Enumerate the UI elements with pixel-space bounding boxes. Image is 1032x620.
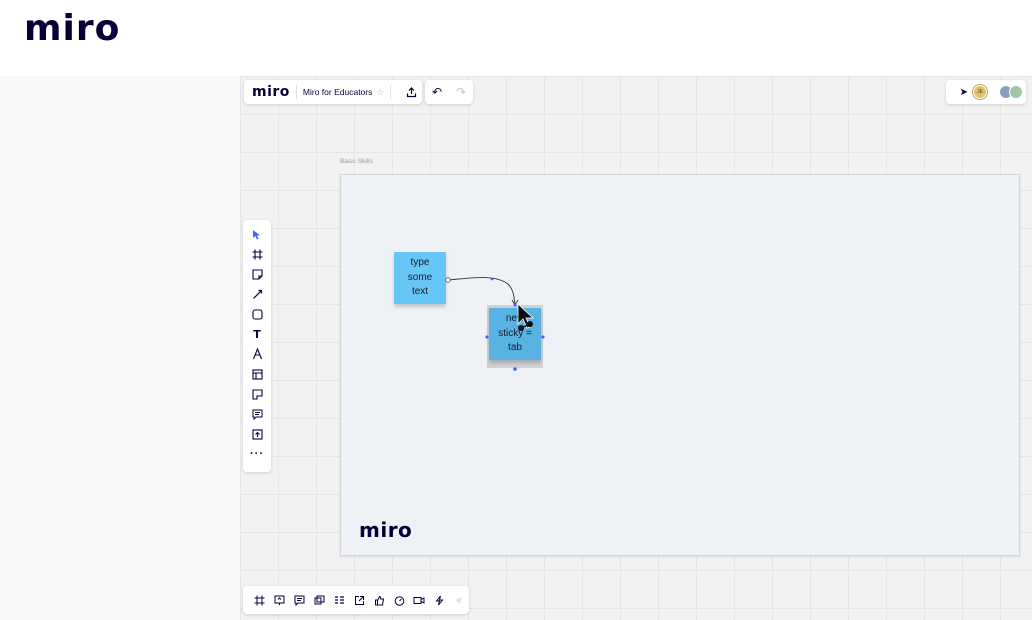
pen-icon[interactable] xyxy=(247,284,267,304)
frame-label[interactable]: Basic Skills xyxy=(340,158,373,165)
bottom-collaboration-bar: « xyxy=(243,586,469,614)
board-logo[interactable]: miro xyxy=(252,84,290,100)
card-icon[interactable] xyxy=(247,384,267,404)
undo-icon[interactable]: ↶ xyxy=(432,85,442,99)
sticky-note-icon[interactable] xyxy=(247,264,267,284)
frames-icon[interactable] xyxy=(250,590,270,610)
comments-icon[interactable] xyxy=(290,590,310,610)
miro-logo[interactable]: miro xyxy=(24,8,120,49)
divider xyxy=(390,85,392,99)
draw-icon[interactable] xyxy=(247,344,267,364)
reactions-icon[interactable] xyxy=(369,590,389,610)
avatar[interactable]: JE xyxy=(973,85,987,99)
timer-icon[interactable] xyxy=(389,590,409,610)
upload-icon[interactable] xyxy=(403,84,419,100)
sticky-text: type some text xyxy=(407,257,433,298)
comment-icon[interactable] xyxy=(247,404,267,424)
sticky-text: new sticky = tab xyxy=(498,313,532,354)
select-icon[interactable] xyxy=(247,224,267,244)
power-icon[interactable] xyxy=(429,590,449,610)
text-icon[interactable]: T xyxy=(247,324,267,344)
star-icon[interactable]: ☆ xyxy=(376,87,384,98)
template-icon[interactable] xyxy=(247,364,267,384)
left-blank-area xyxy=(0,76,240,620)
avatar[interactable] xyxy=(1009,85,1023,99)
sticky-note[interactable]: new sticky = tab xyxy=(489,308,541,360)
history-controls: ↶ ↷ xyxy=(425,80,473,104)
shape-icon[interactable] xyxy=(247,304,267,324)
collapse-icon[interactable]: « xyxy=(449,590,469,610)
redo-icon[interactable]: ↷ xyxy=(456,85,466,99)
creation-toolbar: T ··· xyxy=(243,220,271,472)
board-header: miro Miro for Educators ☆ xyxy=(244,80,422,104)
collaborators-panel: ➤ JE xyxy=(946,80,1026,104)
board-title[interactable]: Miro for Educators xyxy=(303,87,372,97)
sticky-note[interactable]: type some text xyxy=(394,252,446,304)
share-screen-icon[interactable] xyxy=(350,590,370,610)
kanban-icon[interactable] xyxy=(330,590,350,610)
divider xyxy=(295,85,297,99)
top-header: miro xyxy=(0,0,1032,76)
video-chat-icon[interactable] xyxy=(409,590,429,610)
more-icon[interactable]: ··· xyxy=(247,444,267,464)
board-canvas[interactable]: miro Miro for Educators ☆ ↶ ↷ ➤ JE Basic… xyxy=(240,76,1032,620)
frame-icon[interactable] xyxy=(247,244,267,264)
frame-miro-logo: miro xyxy=(359,518,413,542)
frame-basic-skills[interactable]: miro xyxy=(340,174,1020,556)
presentation-icon[interactable] xyxy=(270,590,290,610)
upload-icon[interactable] xyxy=(247,424,267,444)
cursor-follow-icon[interactable]: ➤ xyxy=(960,87,968,98)
video-icon[interactable] xyxy=(310,590,330,610)
